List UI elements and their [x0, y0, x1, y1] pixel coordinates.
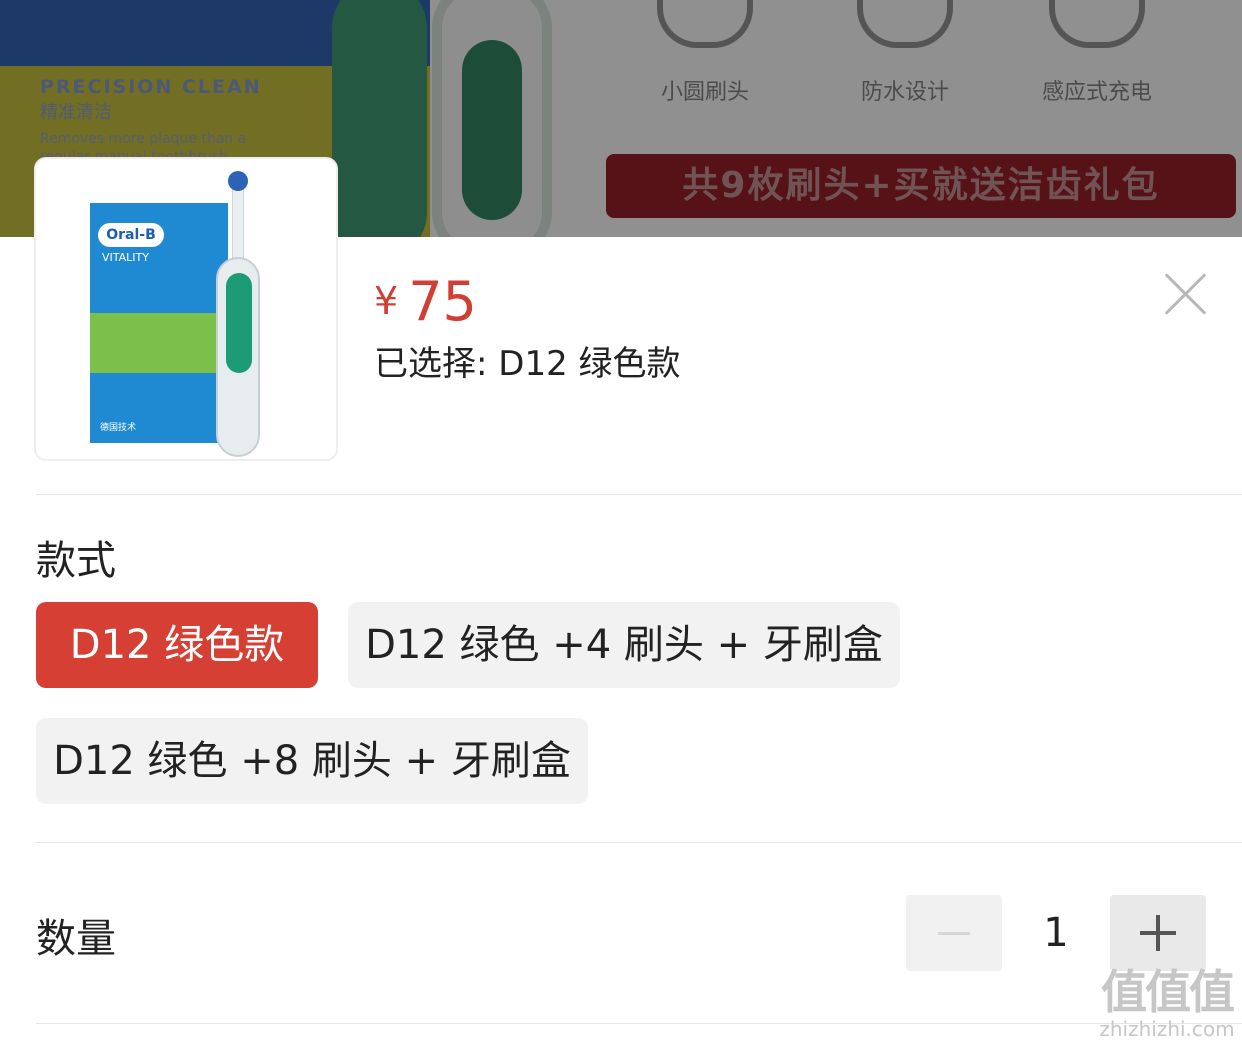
quantity-section-title: 数量 — [36, 916, 116, 962]
divider — [36, 1023, 1242, 1024]
product-thumbnail: Oral-B VITALITY 德国技术 — [36, 159, 336, 459]
watermark: 值值值 zhizhizhi.com — [1092, 966, 1242, 1040]
currency-symbol: ¥ — [374, 279, 399, 323]
price-value: 75 — [408, 270, 477, 333]
quantity-value[interactable]: 1 — [1002, 895, 1110, 971]
product-box-caption: 德国技术 — [100, 423, 137, 433]
watermark-url: zhizhizhi.com — [1099, 1017, 1235, 1041]
style-section-title: 款式 — [36, 538, 116, 584]
product-model-text: VITALITY — [102, 251, 149, 264]
watermark-logo: 值值值 — [1101, 965, 1235, 1019]
style-option-d12-green-4-heads-case[interactable]: D12 绿色 +4 刷头 + 牙刷盒 — [348, 602, 900, 688]
style-option-d12-green-8-heads-case[interactable]: D12 绿色 +8 刷头 + 牙刷盒 — [36, 718, 588, 804]
product-price: ¥75 — [374, 270, 477, 333]
toothbrush-image — [216, 257, 260, 457]
brand-logo: Oral-B — [98, 223, 164, 247]
close-icon[interactable] — [1164, 272, 1208, 316]
style-option-d12-green[interactable]: D12 绿色款 — [36, 602, 318, 688]
quantity-decrease-button[interactable] — [906, 895, 1002, 971]
divider — [36, 842, 1242, 843]
divider — [36, 494, 1242, 495]
toothbrush-head-image — [228, 171, 248, 191]
selected-variant-text: 已选择: D12 绿色款 — [374, 344, 681, 384]
product-box-image: Oral-B VITALITY 德国技术 — [90, 203, 228, 443]
quantity-increase-button[interactable] — [1110, 895, 1206, 971]
